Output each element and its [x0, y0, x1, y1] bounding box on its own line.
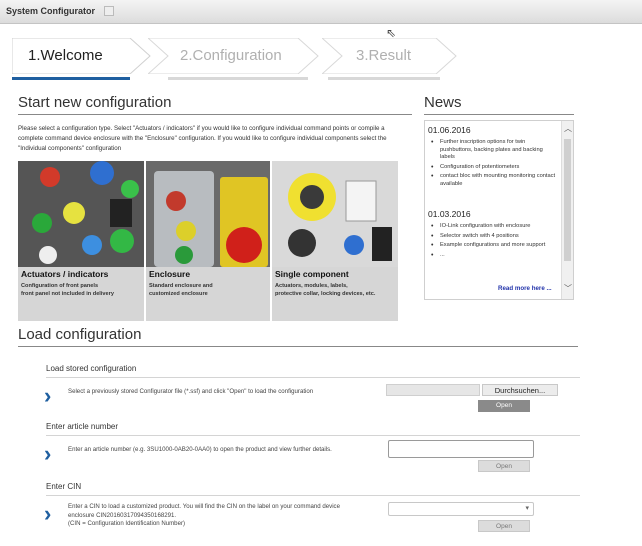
- window-titlebar: System Configurator: [0, 0, 642, 24]
- step-welcome[interactable]: 1.Welcome: [12, 38, 152, 74]
- load-stored-label: Load stored configuration: [46, 364, 137, 373]
- tile-actuators-indicators[interactable]: Actuators / indicators Configuration of …: [18, 161, 144, 321]
- news-list: Further inscription options for twin pus…: [428, 139, 558, 191]
- tile-title: Actuators / indicators: [21, 269, 109, 279]
- news-scrollbar[interactable]: ︿ ﹀: [561, 121, 573, 299]
- article-label: Enter article number: [46, 422, 119, 431]
- start-title: Start new configuration: [18, 94, 172, 111]
- chevron-right-icon: ›: [44, 501, 52, 526]
- enclosure-image: [146, 161, 270, 269]
- file-path-input[interactable]: [386, 384, 480, 396]
- tile-enclosure[interactable]: Enclosure Standard enclosure and customi…: [146, 161, 270, 321]
- load-stored-text: Select a previously stored Configurator …: [68, 388, 314, 395]
- news-item: Further inscription options for twin pus…: [428, 139, 558, 162]
- news-title: News: [424, 94, 462, 111]
- news-item: contact bloc with mounting monitoring co…: [428, 173, 558, 188]
- step-configuration-bar: [168, 77, 308, 80]
- news-item: Example configurations and more support: [428, 242, 558, 250]
- open-article-button[interactable]: Open: [478, 460, 530, 472]
- step-result-label: 3.Result: [356, 47, 412, 64]
- window-title: System Configurator: [6, 6, 96, 16]
- open-cin-button[interactable]: Open: [478, 520, 530, 532]
- news-date: 01.03.2016: [428, 209, 471, 219]
- news-item: Selector switch with 4 positions: [428, 233, 558, 241]
- scroll-down-icon[interactable]: ﹀: [564, 283, 572, 294]
- open-stored-button[interactable]: Open: [478, 400, 530, 412]
- news-list: IO-Link configuration with enclosure Sel…: [428, 223, 558, 261]
- scrollbar-thumb[interactable]: [564, 139, 571, 261]
- tile-description: Standard enclosure and customized enclos…: [149, 283, 213, 297]
- step-configuration[interactable]: 2.Configuration: [148, 38, 320, 74]
- section-divider: [46, 435, 580, 436]
- start-intro: Please select a configuration type. Sele…: [18, 125, 387, 152]
- news-panel: 01.06.2016 Further inscription options f…: [424, 120, 574, 300]
- cin-text: Enter a CIN to load a customized product…: [68, 503, 340, 527]
- news-item: IO-Link configuration with enclosure: [428, 223, 558, 231]
- news-date: 01.06.2016: [428, 125, 471, 135]
- scroll-up-icon[interactable]: ︿: [564, 123, 572, 134]
- tile-caption: Enclosure Standard enclosure and customi…: [146, 267, 270, 321]
- tile-title: Single component: [275, 269, 349, 279]
- cin-select[interactable]: ▾: [388, 502, 534, 516]
- actuators-image: [18, 161, 144, 269]
- step-welcome-label: 1.Welcome: [28, 47, 103, 64]
- news-item: ...: [428, 252, 558, 260]
- news-item: Configuration of potentiometers: [428, 164, 558, 172]
- load-underline: [18, 346, 578, 347]
- window-pin-icon[interactable]: [104, 6, 114, 16]
- article-text: Enter an article number (e.g. 3SU1000-0A…: [68, 446, 332, 453]
- tile-caption: Actuators / indicators Configuration of …: [18, 267, 144, 321]
- article-number-input[interactable]: [388, 440, 534, 458]
- tile-description: Configuration of front panels front pane…: [21, 283, 114, 297]
- load-title: Load configuration: [18, 326, 142, 343]
- tile-single-component[interactable]: Single component Actuators, modules, lab…: [272, 161, 398, 321]
- start-underline: [18, 114, 412, 115]
- step-configuration-label: 2.Configuration: [180, 47, 282, 64]
- section-divider: [46, 377, 580, 378]
- chevron-right-icon: ›: [44, 441, 52, 466]
- chevron-right-icon: ›: [44, 383, 52, 408]
- cin-label: Enter CIN: [46, 482, 82, 491]
- tile-title: Enclosure: [149, 269, 191, 279]
- dropdown-arrow-icon: ▾: [525, 505, 529, 512]
- tile-description: Actuators, modules, labels, protective c…: [275, 283, 376, 297]
- read-more-link[interactable]: Read more here ...: [498, 285, 552, 292]
- step-welcome-bar: [12, 77, 130, 80]
- tile-caption: Single component Actuators, modules, lab…: [272, 267, 398, 321]
- browse-button[interactable]: Durchsuchen...: [482, 384, 558, 396]
- section-divider: [46, 495, 580, 496]
- step-result-bar: [328, 77, 440, 80]
- news-underline: [424, 114, 574, 115]
- single-component-image: [272, 161, 398, 269]
- step-result[interactable]: 3.Result: [322, 38, 458, 74]
